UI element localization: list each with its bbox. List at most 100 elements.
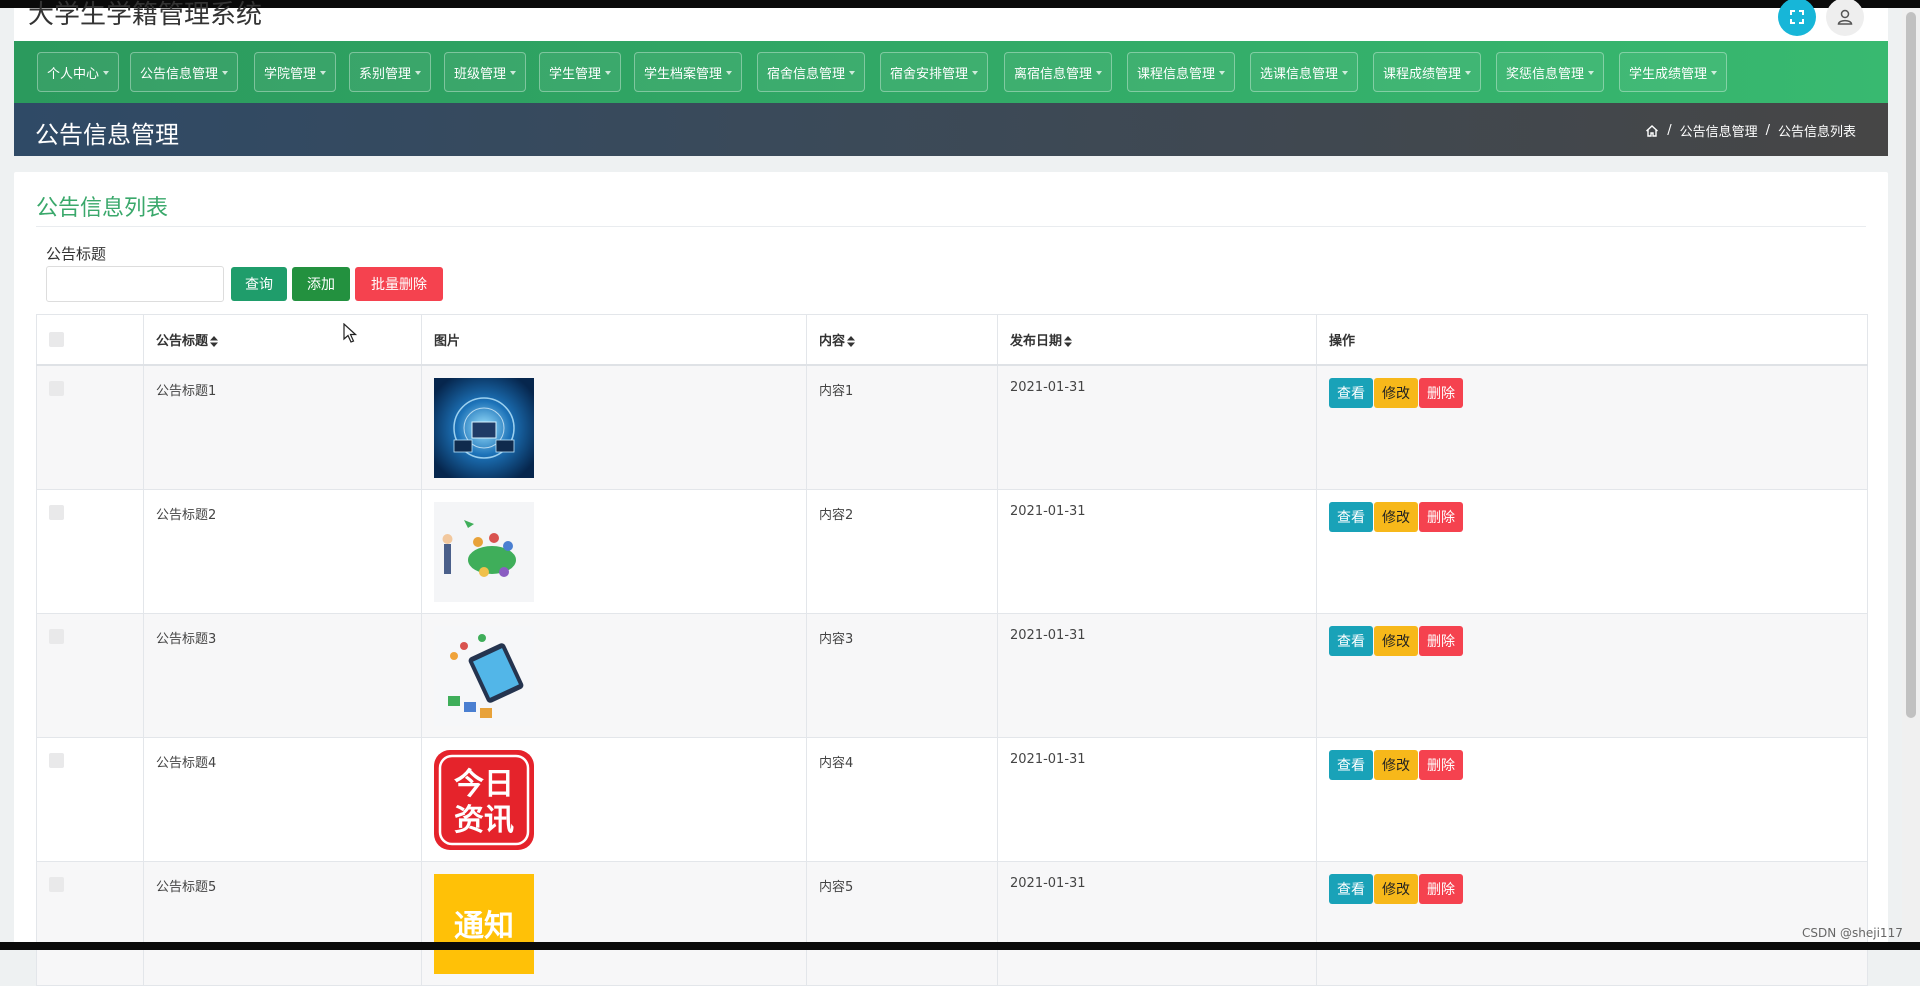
breadcrumb-separator: /: [1667, 123, 1672, 138]
expand-icon: [1790, 10, 1804, 24]
online-class-illustration[interactable]: [434, 625, 534, 726]
row-select-cell: [36, 860, 144, 986]
notice-date-cell: 2021-01-31: [997, 612, 1317, 738]
edit-button[interactable]: 修改: [1374, 749, 1418, 780]
user-menu-button[interactable]: [1826, 0, 1864, 36]
delete-button[interactable]: 删除: [1419, 749, 1463, 780]
notice-date-cell: 2021-01-31: [997, 488, 1317, 614]
nav-item-rewards-penalties[interactable]: 奖惩信息管理: [1496, 52, 1605, 92]
column-header-title[interactable]: 公告标题: [143, 314, 422, 366]
nav-item-personal-center[interactable]: 个人中心: [37, 52, 120, 92]
caret-down-icon: [510, 71, 517, 75]
actions-cell: 查看 修改 删除: [1316, 860, 1868, 986]
news-logo-line2: 资讯: [454, 803, 514, 838]
delete-button[interactable]: 删除: [1419, 873, 1463, 904]
notice-image-cell: [421, 488, 807, 614]
notice-content-cell: 内容2: [806, 488, 998, 614]
nav-item-notice-management[interactable]: 公告信息管理: [130, 52, 239, 92]
actions-cell: 查看 修改 删除: [1316, 612, 1868, 738]
news-app-logo[interactable]: 今日 资讯: [434, 749, 534, 850]
view-button[interactable]: 查看: [1329, 873, 1373, 904]
nav-item-leave-dorm[interactable]: 离宿信息管理: [1004, 52, 1113, 92]
row-checkbox[interactable]: [49, 381, 64, 396]
view-button[interactable]: 查看: [1329, 501, 1373, 532]
page-title: 公告信息管理: [35, 121, 179, 149]
watermark: CSDN @sheji117: [1802, 926, 1903, 940]
breadcrumb-current: 公告信息列表: [1777, 125, 1856, 140]
notice-title-cell: 公告标题4: [143, 736, 422, 862]
column-header-actions: 操作: [1316, 314, 1868, 366]
edit-button[interactable]: 修改: [1374, 873, 1418, 904]
tech-globe-image[interactable]: [434, 378, 534, 478]
notice-image-cell: [421, 364, 807, 490]
breadcrumb-item[interactable]: 公告信息管理: [1680, 121, 1758, 140]
caret-down-icon: [605, 71, 612, 75]
column-header-date[interactable]: 发布日期: [997, 314, 1317, 366]
edit-button[interactable]: 修改: [1374, 378, 1418, 408]
nav-item-course-selection[interactable]: 选课信息管理: [1250, 52, 1359, 92]
news-logo-line1: 今日: [454, 767, 514, 802]
view-button[interactable]: 查看: [1329, 378, 1373, 408]
row-select-cell: [36, 488, 144, 614]
title-search-input[interactable]: [46, 266, 224, 302]
caret-down-icon: [1342, 71, 1349, 75]
column-header-content[interactable]: 内容: [806, 314, 998, 366]
mouse-cursor-icon: [343, 323, 357, 343]
delete-button[interactable]: 删除: [1419, 625, 1463, 656]
notice-content-cell: 内容5: [806, 860, 998, 986]
table-row: 公告标题2 内容2 2021-01-31 查看 修改 删除: [36, 488, 1868, 614]
nav-item-course-grades[interactable]: 课程成绩管理: [1373, 52, 1482, 92]
caret-down-icon: [415, 71, 422, 75]
nav-item-dorm-arrangement[interactable]: 宿舍安排管理: [880, 52, 989, 92]
row-checkbox[interactable]: [49, 752, 64, 768]
delete-button[interactable]: 删除: [1419, 378, 1463, 408]
card-divider: [36, 226, 1866, 227]
delete-button[interactable]: 删除: [1419, 501, 1463, 532]
nav-item-dorm-info[interactable]: 宿舍信息管理: [757, 52, 866, 92]
caret-down-icon: [1711, 71, 1718, 75]
notice-title-cell: 公告标题2: [143, 488, 422, 614]
home-icon[interactable]: [1645, 124, 1659, 138]
row-checkbox[interactable]: [49, 628, 64, 644]
caret-down-icon: [972, 71, 979, 75]
edit-button[interactable]: 修改: [1374, 501, 1418, 532]
caret-down-icon: [726, 71, 733, 75]
breadcrumb: / 公告信息管理 / 公告信息列表: [1645, 121, 1856, 140]
nav-item-student-archive[interactable]: 学生档案管理: [634, 52, 743, 92]
row-select-cell: [36, 364, 144, 490]
notice-table: 公告标题 图片 内容 发布日期 操作 公告标题1 内容1 2021-01-31 …: [36, 314, 1868, 986]
classroom-illustration[interactable]: [434, 501, 534, 602]
nav-item-college-management[interactable]: 学院管理: [254, 52, 337, 92]
row-select-cell: [36, 736, 144, 862]
vertical-scrollbar[interactable]: [1902, 8, 1920, 942]
notice-date-cell: 2021-01-31: [997, 860, 1317, 986]
notice-banner[interactable]: 通知: [434, 873, 534, 974]
search-label: 公告标题: [46, 245, 107, 263]
sort-icon: [1064, 336, 1073, 347]
nav-item-student-grades[interactable]: 学生成绩管理: [1619, 52, 1728, 92]
notice-date-cell: 2021-01-31: [997, 736, 1317, 862]
add-button[interactable]: 添加: [292, 267, 350, 301]
row-checkbox[interactable]: [49, 504, 64, 520]
notice-image-cell: 通知: [421, 860, 807, 986]
table-header-row: 公告标题 图片 内容 发布日期 操作: [36, 314, 1868, 366]
nav-item-department-management[interactable]: 系别管理: [349, 52, 432, 92]
actions-cell: 查看 修改 删除: [1316, 364, 1868, 490]
table-row: 公告标题5 通知 内容5 2021-01-31 查看 修改 删除: [36, 860, 1868, 986]
row-checkbox[interactable]: [49, 876, 64, 892]
nav-item-class-management[interactable]: 班级管理: [444, 52, 527, 92]
nav-item-course-info[interactable]: 课程信息管理: [1127, 52, 1236, 92]
edit-button[interactable]: 修改: [1374, 625, 1418, 656]
notice-image-cell: [421, 612, 807, 738]
view-button[interactable]: 查看: [1329, 625, 1373, 656]
view-button[interactable]: 查看: [1329, 749, 1373, 780]
nav-item-student-management[interactable]: 学生管理: [539, 52, 622, 92]
fullscreen-button[interactable]: [1778, 0, 1816, 36]
batch-delete-button[interactable]: 批量删除: [355, 267, 443, 301]
actions-cell: 查看 修改 删除: [1316, 488, 1868, 614]
select-all-checkbox[interactable]: [49, 332, 64, 347]
notice-list-card: 公告信息列表 公告标题 查询 添加 批量删除 公告标题 图片 内容 发布日期 操…: [14, 172, 1888, 986]
query-button[interactable]: 查询: [231, 267, 287, 301]
scrollbar-thumb[interactable]: [1906, 12, 1916, 718]
notice-content-cell: 内容1: [806, 364, 998, 490]
